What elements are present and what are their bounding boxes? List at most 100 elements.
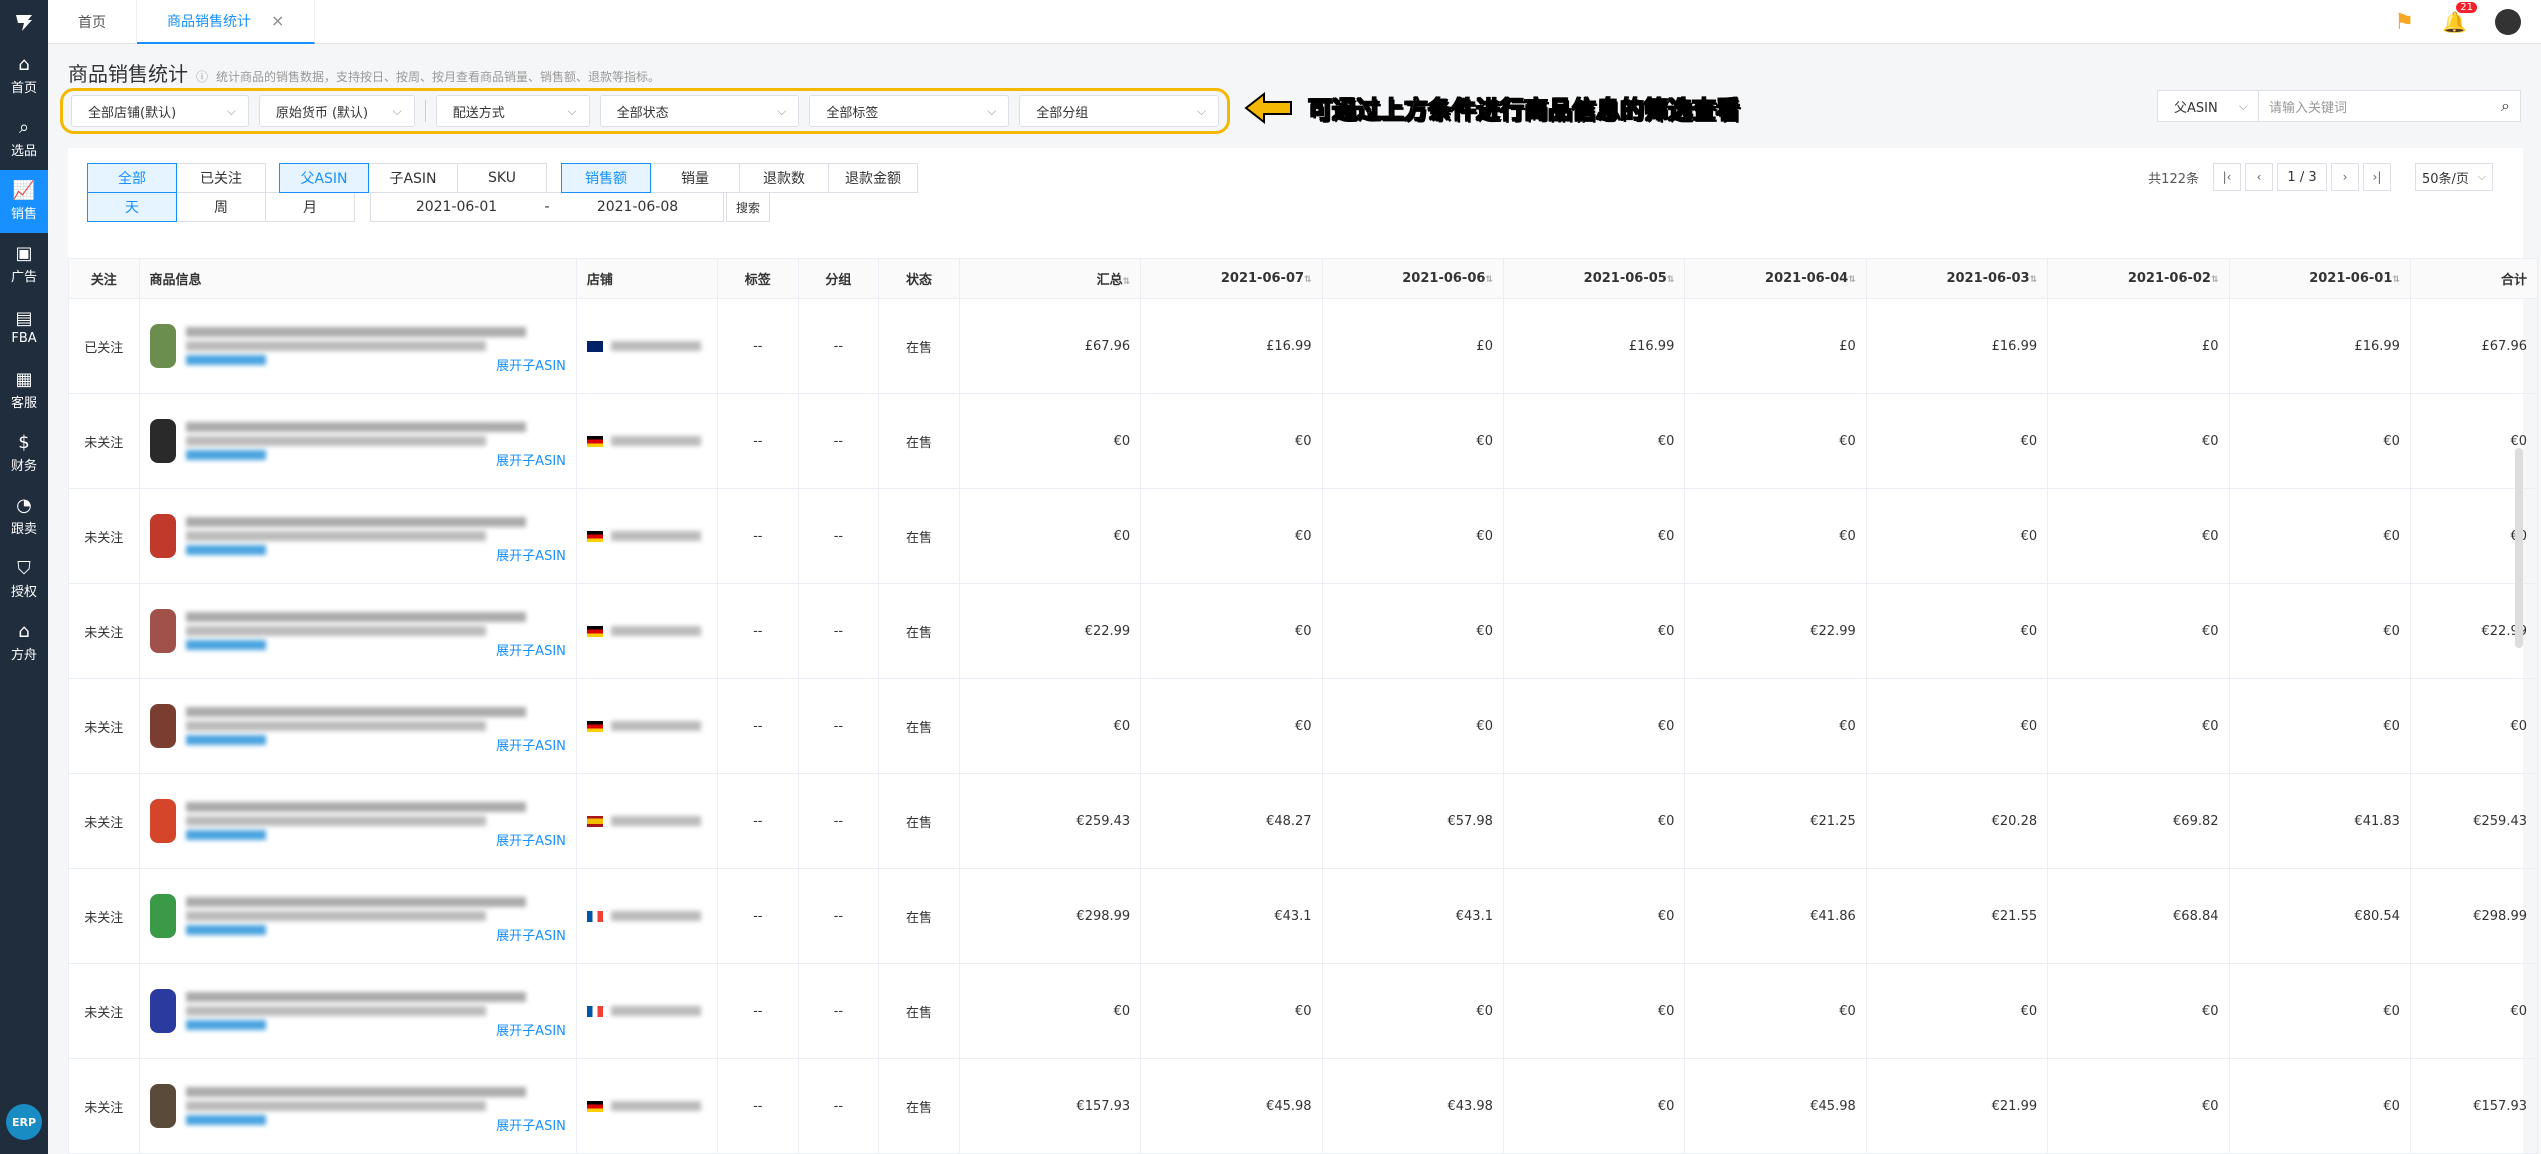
header-date[interactable]: 2021-06-03⇅ — [1865, 258, 2049, 299]
sidebar-item[interactable]: ▣ 广告 — [0, 233, 48, 296]
follow-cell[interactable]: 未关注 — [68, 868, 140, 964]
prev-page-button[interactable]: ‹ — [2245, 163, 2273, 191]
table-row[interactable]: 未关注 展开子ASIN -- -- 在售 €157.93 €45.98 €43.98 €0 €45… — [68, 1058, 2539, 1154]
toggle-child-asin[interactable]: 子ASIN — [368, 163, 458, 193]
date-range-picker[interactable]: 2021-06-01 - 2021-06-08 — [370, 192, 724, 222]
sort-icon[interactable]: ⇅ — [2211, 275, 2219, 285]
search-icon[interactable]: ⌕ — [2501, 96, 2510, 116]
erp-avatar[interactable]: ERP — [6, 1104, 42, 1140]
last-page-button[interactable]: ›| — [2363, 163, 2391, 191]
sidebar-item[interactable]: $ 财务 — [0, 422, 48, 485]
sort-icon[interactable]: ⇅ — [1667, 275, 1675, 285]
product-image[interactable] — [149, 799, 176, 843]
flag-icon[interactable]: ⚑ — [2394, 10, 2414, 35]
product-image[interactable] — [149, 324, 176, 368]
table-row[interactable]: 未关注展开子ASIN----在售€0€0€0€0€0€0€0€0€0 — [68, 963, 2539, 1059]
page-input[interactable]: 1 / 3 — [2277, 163, 2327, 191]
toggle-refund-amount[interactable]: 退款金额 — [828, 163, 918, 193]
expand-child-asin-link[interactable]: 展开子ASIN — [496, 640, 566, 659]
sort-icon[interactable]: ⇅ — [2392, 275, 2400, 285]
expand-child-asin-link[interactable]: 展开子ASIN — [496, 1020, 566, 1039]
product-image[interactable] — [149, 989, 176, 1033]
product-image[interactable] — [149, 609, 176, 653]
sidebar-item[interactable]: ⛉ 授权 — [0, 548, 48, 611]
currency-select[interactable]: 原始货币 (默认) ⌵ — [258, 95, 415, 127]
sidebar-item[interactable]: 📈 销售 — [0, 170, 48, 233]
first-page-button[interactable]: |‹ — [2213, 163, 2241, 191]
header-date[interactable]: 2021-06-05⇅ — [1502, 258, 1686, 299]
tab-home[interactable]: 首页 — [48, 0, 137, 44]
shipping-select[interactable]: 配送方式 ⌵ — [435, 95, 590, 127]
scrollbar[interactable] — [2515, 448, 2523, 648]
info-icon[interactable]: ⓘ — [196, 68, 208, 85]
toggle-parent-asin[interactable]: 父ASIN — [279, 163, 369, 193]
header-date[interactable]: 2021-06-07⇅ — [1140, 258, 1323, 299]
tab-product-sales[interactable]: 商品销售统计 × — [137, 0, 316, 44]
header-summary[interactable]: 汇总⇅ — [958, 258, 1142, 299]
table-row[interactable]: 未关注展开子ASIN----在售€0€0€0€0€0€0€0€0€0 — [68, 678, 2539, 774]
sort-icon[interactable]: ⇅ — [1848, 275, 1856, 285]
sidebar-item[interactable]: ▦ 客服 — [0, 359, 48, 422]
next-page-button[interactable]: › — [2331, 163, 2359, 191]
page-size-select[interactable]: 50条/页 ⌵ — [2415, 163, 2493, 191]
toggle-sales-amount[interactable]: 销售额 — [561, 163, 651, 193]
status-select[interactable]: 全部状态 ⌵ — [599, 95, 800, 127]
expand-child-asin-link[interactable]: 展开子ASIN — [496, 830, 566, 849]
sidebar-item[interactable]: ⌕ 选品 — [0, 107, 48, 170]
table-row[interactable]: 已关注 展开子ASIN -- -- 在售 £67.96 £16.99 £0 £16.99 £0 £1… — [68, 298, 2539, 394]
toggle-day[interactable]: 天 — [87, 192, 177, 222]
follow-cell[interactable]: 未关注 — [68, 393, 140, 489]
table-row[interactable]: 未关注 展开子ASIN -- -- 在售 €298.99 €43.1 €43.1 €0 €41.8… — [68, 868, 2539, 964]
table-row[interactable]: 未关注展开子ASIN----在售€0€0€0€0€0€0€0€0€0 — [68, 488, 2539, 584]
header-date[interactable]: 2021-06-04⇅ — [1684, 258, 1867, 299]
sidebar-item[interactable]: ▤ FBA — [0, 296, 48, 359]
user-avatar[interactable] — [2495, 9, 2521, 35]
follow-cell[interactable]: 未关注 — [68, 678, 140, 774]
table-row[interactable]: 未关注展开子ASIN----在售€0€0€0€0€0€0€0€0€0 — [68, 393, 2539, 489]
follow-cell[interactable]: 未关注 — [68, 583, 140, 679]
toggle-sales-qty[interactable]: 销量 — [650, 163, 740, 193]
search-type-select[interactable]: 父ASIN ⌵ — [2157, 90, 2259, 122]
product-image[interactable] — [149, 1084, 176, 1128]
expand-child-asin-link[interactable]: 展开子ASIN — [496, 735, 566, 754]
expand-child-asin-link[interactable]: 展开子ASIN — [496, 355, 566, 374]
sidebar-item[interactable]: ⌂ 首页 — [0, 44, 48, 107]
follow-cell[interactable]: 未关注 — [68, 773, 140, 869]
tag-select[interactable]: 全部标签 ⌵ — [809, 95, 1010, 127]
toggle-followed[interactable]: 已关注 — [176, 163, 266, 193]
expand-child-asin-link[interactable]: 展开子ASIN — [496, 1115, 566, 1134]
toggle-month[interactable]: 月 — [265, 192, 355, 222]
search-input[interactable]: 请输入关键词 ⌕ — [2259, 90, 2521, 122]
search-button[interactable]: 搜索 — [726, 192, 770, 222]
product-image[interactable] — [149, 514, 176, 558]
bell-icon[interactable]: 🔔 21 — [2442, 2, 2477, 34]
product-image[interactable] — [149, 894, 176, 938]
sidebar-item[interactable]: ⌂ 方舟 — [0, 611, 48, 674]
follow-cell[interactable]: 未关注 — [68, 1058, 140, 1154]
toggle-sku[interactable]: SKU — [457, 163, 547, 193]
toggle-all[interactable]: 全部 — [87, 163, 177, 193]
sort-icon[interactable]: ⇅ — [2030, 275, 2038, 285]
follow-cell[interactable]: 已关注 — [68, 298, 140, 394]
logo[interactable] — [0, 0, 48, 44]
table-row[interactable]: 未关注 展开子ASIN -- -- 在售 €22.99 €0 €0 €0 €22.99 €0 €0 €0… — [68, 583, 2539, 679]
header-date[interactable]: 2021-06-06⇅ — [1321, 258, 1504, 299]
group-select[interactable]: 全部分组 ⌵ — [1019, 95, 1219, 127]
expand-child-asin-link[interactable]: 展开子ASIN — [496, 450, 566, 469]
header-date[interactable]: 2021-06-02⇅ — [2047, 258, 2230, 299]
sort-icon[interactable]: ⇅ — [1123, 277, 1131, 287]
expand-child-asin-link[interactable]: 展开子ASIN — [496, 545, 566, 564]
sort-icon[interactable]: ⇅ — [1485, 275, 1493, 285]
expand-child-asin-link[interactable]: 展开子ASIN — [496, 925, 566, 944]
sort-icon[interactable]: ⇅ — [1304, 275, 1312, 285]
follow-cell[interactable]: 未关注 — [68, 963, 140, 1059]
close-icon[interactable]: × — [271, 11, 284, 30]
store-select[interactable]: 全部店铺(默认) ⌵ — [71, 95, 249, 127]
table-row[interactable]: 未关注 展开子ASIN -- -- 在售 €259.43 €48.27 €57.98 €0 €21… — [68, 773, 2539, 869]
follow-cell[interactable]: 未关注 — [68, 488, 140, 584]
toggle-refund-count[interactable]: 退款数 — [739, 163, 829, 193]
product-image[interactable] — [149, 419, 176, 463]
sidebar-item[interactable]: ◔ 跟卖 — [0, 485, 48, 548]
header-date[interactable]: 2021-06-01⇅ — [2228, 258, 2411, 299]
product-image[interactable] — [149, 704, 176, 748]
